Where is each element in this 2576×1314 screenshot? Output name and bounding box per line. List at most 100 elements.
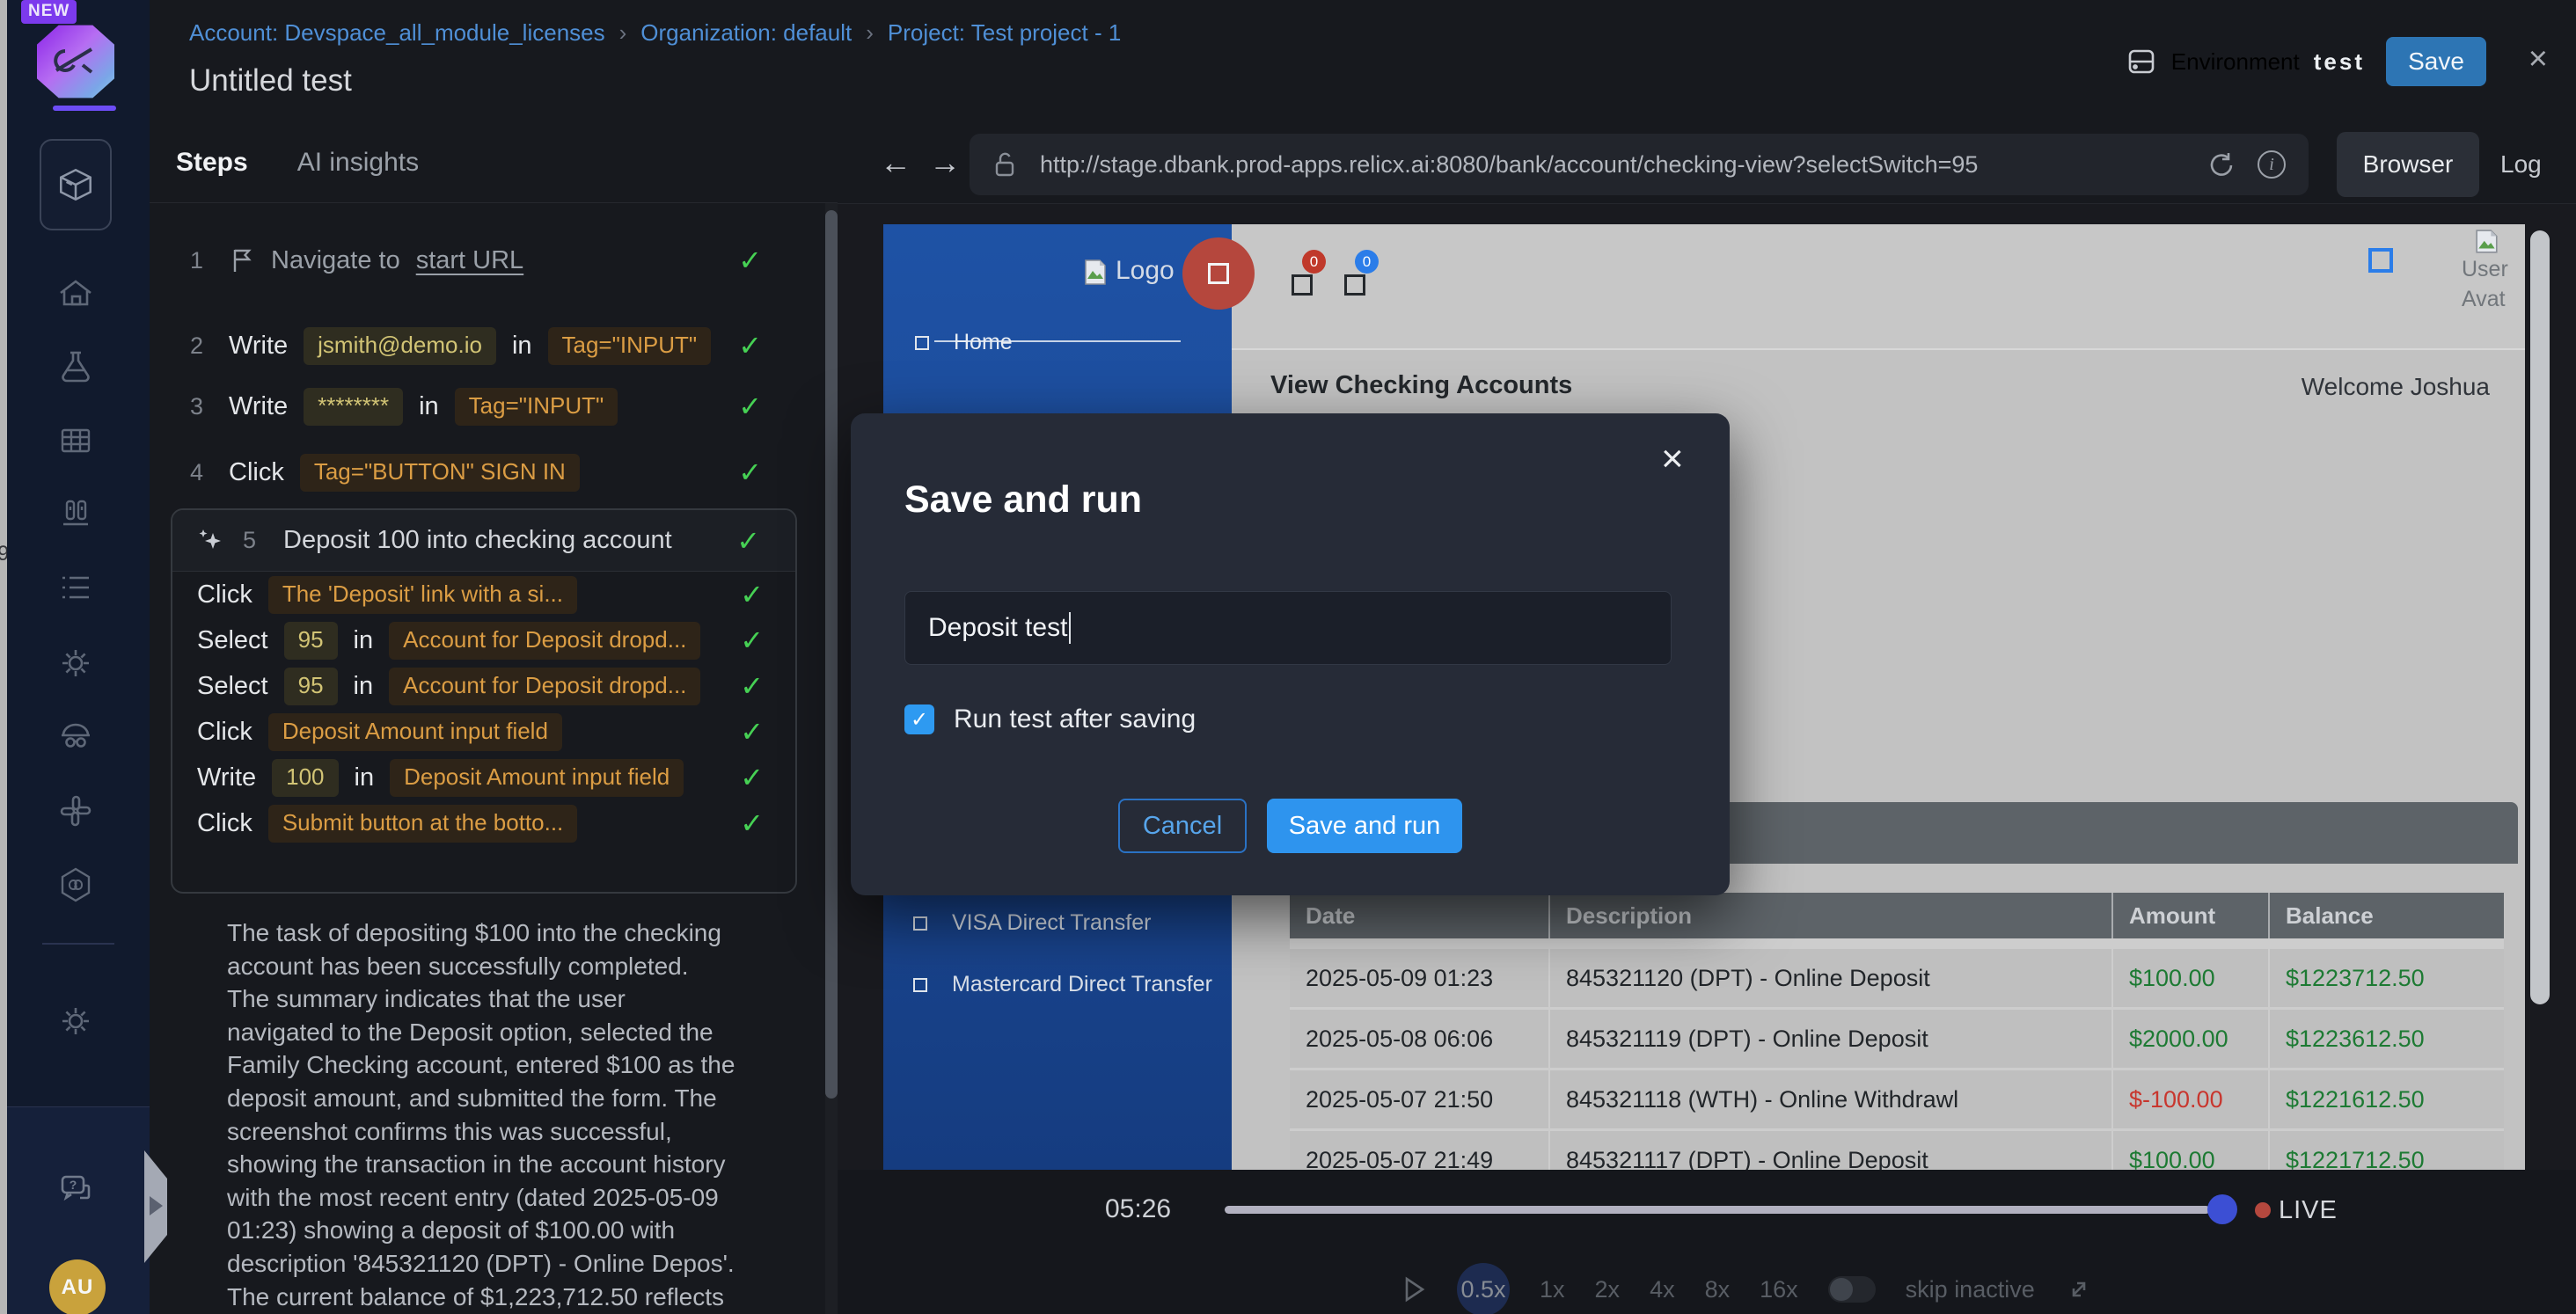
- speed-4x[interactable]: 4x: [1650, 1276, 1675, 1303]
- table-row[interactable]: 2025-05-09 01:23 845321120 (DPT) - Onlin…: [1290, 949, 2504, 1010]
- bank-nav-visa[interactable]: VISA Direct Transfer: [913, 910, 1151, 936]
- speed-2x[interactable]: 2x: [1595, 1276, 1621, 1303]
- gear-icon: [56, 1002, 95, 1040]
- step-row-4[interactable]: 4 Click Tag="BUTTON" SIGN IN ✓: [150, 447, 827, 498]
- column-header-balance[interactable]: Balance: [2268, 893, 2504, 938]
- step-locator-badge[interactable]: Tag="INPUT": [455, 388, 618, 426]
- sidebar-item-integrations[interactable]: [56, 792, 95, 830]
- broken-icon-blue[interactable]: [1344, 274, 1365, 296]
- url-text[interactable]: http://stage.dbank.prod-apps.relicx.ai:8…: [1040, 151, 2184, 179]
- page-scrollbar-thumb[interactable]: [2530, 230, 2550, 1004]
- run-after-saving-option[interactable]: ✓ Run test after saving: [904, 704, 1196, 734]
- fullscreen-icon[interactable]: [2065, 1275, 2093, 1303]
- url-bar[interactable]: http://stage.dbank.prod-apps.relicx.ai:8…: [970, 134, 2309, 195]
- step-value-badge[interactable]: 100: [272, 759, 338, 797]
- browser-forward-button[interactable]: →: [929, 144, 961, 181]
- sidebar-item-suites[interactable]: [56, 421, 95, 460]
- sidebar-item-lists[interactable]: [56, 568, 95, 607]
- speed-16x[interactable]: 16x: [1760, 1276, 1798, 1303]
- modal-close-icon[interactable]: ×: [1661, 440, 1684, 478]
- step-group-header[interactable]: 5 Deposit 100 into checking account ✓: [172, 510, 795, 572]
- breadcrumb-organization[interactable]: Organization: default: [640, 19, 852, 47]
- table-row[interactable]: 2025-05-07 21:50 845321118 (WTH) - Onlin…: [1290, 1070, 2504, 1131]
- step-action: Click: [197, 809, 252, 838]
- sidebar-item-home[interactable]: [56, 274, 95, 313]
- column-header-date[interactable]: Date: [1290, 893, 1548, 938]
- step-value-badge[interactable]: 95: [284, 668, 338, 705]
- step-locator-badge[interactable]: Deposit Amount input field: [268, 713, 562, 751]
- logo-pen-icon: [53, 40, 99, 83]
- sidebar-item-settings[interactable]: [56, 644, 95, 683]
- substep-row-3[interactable]: Select 95 in Account for Deposit dropd..…: [172, 663, 795, 709]
- steps-scrollbar-thumb[interactable]: [825, 210, 838, 1099]
- step-locator-badge[interactable]: Tag="INPUT": [548, 327, 712, 365]
- tab-ai-insights[interactable]: AI insights: [297, 148, 419, 178]
- help-button[interactable]: ?: [56, 1170, 95, 1208]
- substep-row-5[interactable]: Write 100 in Deposit Amount input field …: [172, 755, 795, 800]
- step-locator-badge[interactable]: Account for Deposit dropd...: [389, 668, 700, 705]
- substep-row-6[interactable]: Click Submit button at the botto... ✓: [172, 800, 795, 846]
- step-locator-badge[interactable]: Account for Deposit dropd...: [389, 622, 700, 660]
- step-value-badge[interactable]: jsmith@demo.io: [304, 327, 496, 365]
- tab-log[interactable]: Log: [2500, 132, 2542, 197]
- cell-amount: $2000.00: [2111, 1010, 2268, 1068]
- step-locator-badge[interactable]: Submit button at the botto...: [268, 805, 577, 843]
- substep-row-4[interactable]: Click Deposit Amount input field ✓: [172, 709, 795, 755]
- substep-row-2[interactable]: Select 95 in Account for Deposit dropd..…: [172, 617, 795, 663]
- bank-header-square-icon[interactable]: [2368, 248, 2393, 273]
- step-value-badge[interactable]: 95: [284, 622, 338, 660]
- user-avatar[interactable]: AU: [49, 1259, 106, 1314]
- sidebar-item-admin-settings[interactable]: [56, 1002, 95, 1040]
- reload-icon[interactable]: [2206, 150, 2235, 179]
- step-value-badge[interactable]: ********: [304, 388, 403, 426]
- timeline-knob[interactable]: [2207, 1194, 2237, 1224]
- step-locator-badge[interactable]: The 'Deposit' link with a si...: [268, 576, 577, 614]
- page-title: Untitled test: [189, 63, 352, 99]
- step-action: Select: [197, 626, 268, 655]
- start-url-link[interactable]: start URL: [416, 246, 523, 275]
- step-locator-badge[interactable]: Deposit Amount input field: [390, 759, 684, 797]
- step-row-2[interactable]: 2 Write jsmith@demo.io in Tag="INPUT" ✓: [150, 320, 827, 371]
- breadcrumb-project[interactable]: Project: Test project - 1: [888, 19, 1121, 47]
- step-row-1[interactable]: 1 Navigate to start URL ✓: [150, 235, 827, 286]
- tab-browser[interactable]: Browser: [2337, 132, 2479, 197]
- step-success-check: ✓: [738, 329, 762, 362]
- step-row-3[interactable]: 3 Write ******** in Tag="INPUT" ✓: [150, 381, 827, 432]
- breadcrumb-account[interactable]: Account: Devspace_all_module_licenses: [189, 19, 605, 47]
- table-row[interactable]: 2025-05-08 06:06 845321119 (DPT) - Onlin…: [1290, 1010, 2504, 1070]
- column-header-amount[interactable]: Amount: [2111, 893, 2268, 938]
- bank-nav-mastercard[interactable]: Mastercard Direct Transfer: [913, 972, 1212, 997]
- environment-selector[interactable]: Environment test: [2126, 0, 2365, 123]
- step-action: Write: [229, 392, 288, 421]
- speed-1x[interactable]: 1x: [1540, 1276, 1565, 1303]
- substep-row-1[interactable]: Click The 'Deposit' link with a si... ✓: [172, 572, 795, 617]
- checkbox-checked-icon[interactable]: ✓: [904, 704, 934, 734]
- sidebar-item-runs[interactable]: [56, 495, 95, 534]
- tab-steps[interactable]: Steps: [176, 148, 248, 178]
- cancel-button[interactable]: Cancel: [1118, 799, 1247, 853]
- timeline-track[interactable]: [1225, 1206, 2210, 1214]
- info-icon[interactable]: i: [2258, 150, 2286, 179]
- speed-8x[interactable]: 8x: [1705, 1276, 1731, 1303]
- close-icon[interactable]: ×: [2528, 42, 2548, 76]
- broken-icon-red[interactable]: [1292, 274, 1313, 296]
- logo-underline: [53, 106, 116, 111]
- speed-0-5x[interactable]: 0.5x: [1457, 1263, 1510, 1314]
- save-and-run-button[interactable]: Save and run: [1267, 799, 1462, 853]
- sidebar-item-ai-agent[interactable]: [56, 718, 95, 756]
- column-header-description[interactable]: Description: [1548, 893, 2111, 938]
- save-button[interactable]: Save: [2386, 37, 2486, 86]
- new-badge: NEW: [21, 0, 77, 24]
- test-name-input[interactable]: Deposit test: [904, 591, 1672, 665]
- app-logo[interactable]: [37, 23, 114, 100]
- sidebar-item-loop[interactable]: [56, 865, 95, 904]
- sidebar-item-tests[interactable]: [56, 347, 95, 386]
- skip-inactive-toggle[interactable]: [1828, 1276, 1876, 1303]
- play-icon[interactable]: [1401, 1274, 1427, 1304]
- bank-logo[interactable]: Logo: [1084, 256, 1175, 286]
- step-locator-badge[interactable]: Tag="BUTTON" SIGN IN: [300, 454, 580, 492]
- recording-indicator[interactable]: [1182, 237, 1255, 310]
- sidebar-item-modules[interactable]: [40, 139, 112, 230]
- browser-back-button[interactable]: ←: [880, 144, 911, 181]
- bank-nav-home[interactable]: Home: [915, 330, 1013, 355]
